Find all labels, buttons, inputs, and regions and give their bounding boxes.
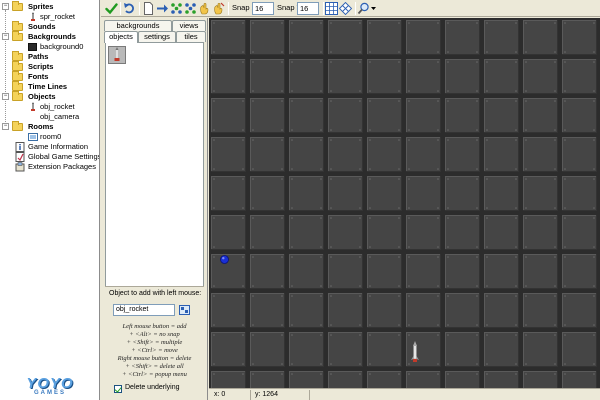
folder-icon (12, 51, 23, 61)
object-instance-list[interactable] (105, 42, 204, 302)
folder-icon (12, 71, 23, 81)
tab-settings[interactable]: settings (138, 31, 176, 42)
tree-label: Fonts (28, 72, 49, 81)
tree-item-game-information[interactable]: Game Information (0, 142, 99, 152)
folder-icon (12, 121, 23, 131)
tree-label: obj_rocket (40, 102, 75, 111)
lock-instances-icon[interactable] (198, 2, 211, 15)
collapse-icon[interactable]: − (2, 33, 9, 40)
tree-item-obj-rocket[interactable]: obj_rocket (0, 102, 99, 112)
tree-label: Sprites (28, 2, 54, 11)
tree-item-room0[interactable]: room0 (0, 132, 99, 142)
folder-icon (12, 81, 23, 91)
delete-underlying-checkbox[interactable] (114, 385, 122, 393)
collapse-icon[interactable]: − (2, 93, 9, 100)
tree-label: Paths (28, 52, 49, 61)
room-editor-toolbar: Snap X: 16 Snap Y: 16 (101, 0, 600, 17)
tree-label: Sounds (28, 22, 56, 31)
background-tiles (209, 18, 600, 388)
tab-tiles[interactable]: tiles (176, 31, 206, 42)
unlock-instances-icon[interactable] (212, 2, 225, 15)
object-to-add-title: Object to add with left mouse: (109, 290, 202, 297)
grid-toggle-icon[interactable] (325, 2, 338, 15)
tree-label: spr_rocket (40, 12, 76, 21)
object-picker-icon[interactable] (179, 305, 190, 315)
package-icon (15, 162, 25, 172)
camera-instance[interactable] (220, 255, 229, 264)
room-grid[interactable] (209, 18, 600, 388)
snap-x-field[interactable]: 16 (252, 2, 274, 15)
help-line: + <Ctrl> = move (131, 347, 178, 354)
collapse-icon[interactable]: − (2, 3, 9, 10)
room-properties-panel: backgrounds views objects settings tiles… (101, 18, 208, 400)
room-icon (28, 133, 38, 141)
snap-y-field[interactable]: 16 (297, 2, 319, 15)
tree-item-global-game-settings[interactable]: Global Game Settings (0, 152, 100, 162)
yoyo-games-logo: YOYO GAMES (4, 376, 96, 398)
tree-label: Backgrounds (28, 32, 76, 41)
help-line: + <Shift> = multiple (126, 339, 183, 346)
settings-doc-icon (15, 152, 25, 162)
obj-rocket-thumbnail[interactable] (108, 46, 126, 64)
object-select-field[interactable]: obj_rocket (113, 304, 175, 316)
tree-label: Global Game Settings (28, 152, 100, 161)
help-line: + <Alt> = no snap (129, 331, 180, 338)
folder-icon (12, 91, 23, 101)
tree-label: Time Lines (28, 82, 68, 91)
sort-position-icon[interactable] (184, 2, 197, 15)
tree-item-sprites[interactable]: − Sprites (0, 1, 99, 12)
tree-item-rooms[interactable]: − Rooms (0, 121, 99, 132)
tree-label: Game Information (28, 142, 89, 151)
shift-right-icon[interactable] (156, 2, 169, 15)
tree-label: Scripts (28, 62, 54, 71)
rocket-icon (114, 47, 120, 61)
rocket-icon (31, 12, 35, 21)
tab-views[interactable]: views (172, 20, 206, 31)
collapse-icon[interactable]: − (2, 123, 9, 130)
help-line: Right mouse button = delete (117, 355, 192, 362)
tree-item-backgrounds[interactable]: − Backgrounds (0, 31, 99, 42)
folder-icon (12, 31, 23, 41)
background-thumbnail-icon (28, 43, 37, 51)
status-x-coordinate: x: 0 (214, 391, 226, 398)
tree-item-extension-packages[interactable]: Extension Packages (0, 162, 99, 172)
blue-ball-icon (220, 255, 229, 264)
tree-item-objects[interactable]: − Objects (0, 91, 99, 102)
dropdown-arrow-icon[interactable] (369, 2, 378, 15)
status-y-coordinate: y: 1264 (255, 391, 278, 398)
delete-underlying-label: Delete underlying (125, 384, 180, 391)
object-to-add-section: Object to add with left mouse: obj_rocke… (105, 286, 204, 398)
folder-icon (12, 21, 23, 31)
isometric-grid-icon[interactable] (339, 2, 352, 15)
logo-sub-text: GAMES (33, 390, 66, 396)
folder-icon (12, 1, 23, 11)
tree-label: Objects (28, 92, 56, 101)
help-line: + <Ctrl> = popup menu (122, 371, 187, 378)
tab-backgrounds[interactable]: backgrounds (104, 20, 172, 31)
tree-label: background0 (40, 42, 84, 51)
checkmark-ok-icon[interactable] (105, 2, 118, 15)
tree-label: room0 (40, 132, 62, 141)
status-bar: x: 0 y: 1264 (209, 388, 600, 400)
rocket-icon (31, 102, 35, 111)
tree-label: Extension Packages (28, 162, 96, 171)
room-canvas[interactable] (209, 18, 600, 388)
help-line: + <Shift> = delete all (125, 363, 184, 370)
clear-room-icon[interactable] (142, 2, 155, 15)
tree-label: Rooms (28, 122, 54, 131)
sort-depth-icon[interactable] (170, 2, 183, 15)
undo-icon[interactable] (123, 2, 136, 15)
info-icon (15, 142, 25, 152)
folder-icon (12, 61, 23, 71)
tree-label: obj_camera (40, 112, 80, 121)
help-line: Left mouse button = add (122, 323, 187, 330)
resource-tree[interactable]: − Sprites spr_rocket Sounds − Background… (0, 0, 100, 400)
tab-objects[interactable]: objects (104, 31, 138, 43)
